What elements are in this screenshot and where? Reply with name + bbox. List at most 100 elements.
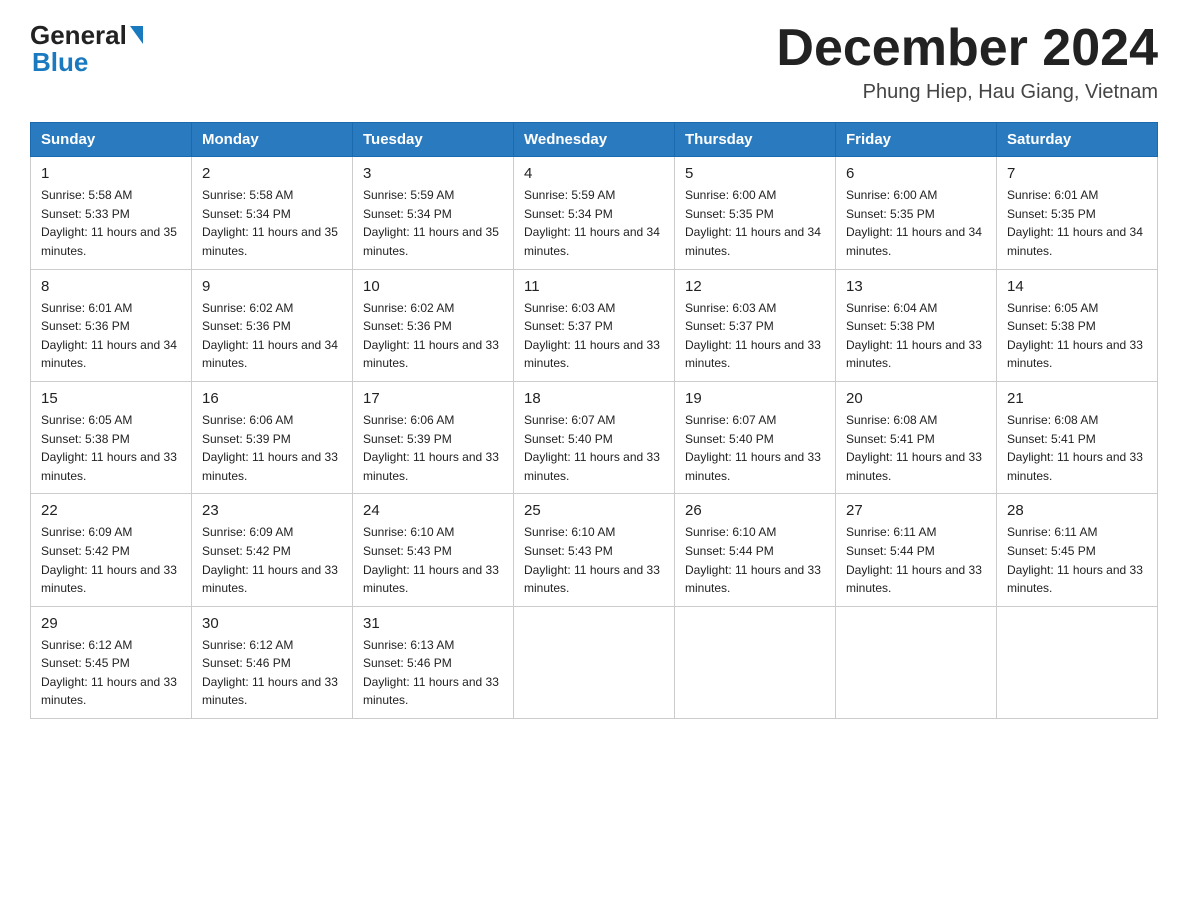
table-row: 17 Sunrise: 6:06 AM Sunset: 5:39 PM Dayl… bbox=[353, 381, 514, 493]
table-row: 16 Sunrise: 6:06 AM Sunset: 5:39 PM Dayl… bbox=[192, 381, 353, 493]
day-number: 29 bbox=[41, 615, 181, 632]
page-header: General Blue December 2024 Phung Hiep, H… bbox=[30, 20, 1158, 104]
table-row: 24 Sunrise: 6:10 AM Sunset: 5:43 PM Dayl… bbox=[353, 494, 514, 606]
calendar-week-row: 1 Sunrise: 5:58 AM Sunset: 5:33 PM Dayli… bbox=[31, 157, 1158, 269]
col-monday: Monday bbox=[192, 123, 353, 157]
day-info: Sunrise: 6:01 AM Sunset: 5:36 PM Dayligh… bbox=[41, 299, 181, 373]
day-info: Sunrise: 6:02 AM Sunset: 5:36 PM Dayligh… bbox=[363, 299, 503, 373]
table-row: 29 Sunrise: 6:12 AM Sunset: 5:45 PM Dayl… bbox=[31, 606, 192, 718]
col-tuesday: Tuesday bbox=[353, 123, 514, 157]
table-row: 10 Sunrise: 6:02 AM Sunset: 5:36 PM Dayl… bbox=[353, 269, 514, 381]
day-info: Sunrise: 5:58 AM Sunset: 5:33 PM Dayligh… bbox=[41, 186, 181, 260]
table-row: 4 Sunrise: 5:59 AM Sunset: 5:34 PM Dayli… bbox=[514, 157, 675, 269]
table-row: 9 Sunrise: 6:02 AM Sunset: 5:36 PM Dayli… bbox=[192, 269, 353, 381]
table-row: 23 Sunrise: 6:09 AM Sunset: 5:42 PM Dayl… bbox=[192, 494, 353, 606]
table-row: 21 Sunrise: 6:08 AM Sunset: 5:41 PM Dayl… bbox=[997, 381, 1158, 493]
col-friday: Friday bbox=[836, 123, 997, 157]
day-number: 5 bbox=[685, 165, 825, 182]
day-number: 4 bbox=[524, 165, 664, 182]
day-number: 22 bbox=[41, 502, 181, 519]
day-info: Sunrise: 5:58 AM Sunset: 5:34 PM Dayligh… bbox=[202, 186, 342, 260]
table-row: 7 Sunrise: 6:01 AM Sunset: 5:35 PM Dayli… bbox=[997, 157, 1158, 269]
day-info: Sunrise: 6:11 AM Sunset: 5:45 PM Dayligh… bbox=[1007, 523, 1147, 597]
day-info: Sunrise: 6:10 AM Sunset: 5:44 PM Dayligh… bbox=[685, 523, 825, 597]
day-info: Sunrise: 6:10 AM Sunset: 5:43 PM Dayligh… bbox=[363, 523, 503, 597]
day-info: Sunrise: 6:06 AM Sunset: 5:39 PM Dayligh… bbox=[202, 411, 342, 485]
day-number: 31 bbox=[363, 615, 503, 632]
day-number: 18 bbox=[524, 390, 664, 407]
table-row: 14 Sunrise: 6:05 AM Sunset: 5:38 PM Dayl… bbox=[997, 269, 1158, 381]
table-row: 1 Sunrise: 5:58 AM Sunset: 5:33 PM Dayli… bbox=[31, 157, 192, 269]
day-info: Sunrise: 6:12 AM Sunset: 5:45 PM Dayligh… bbox=[41, 636, 181, 710]
day-info: Sunrise: 6:09 AM Sunset: 5:42 PM Dayligh… bbox=[202, 523, 342, 597]
calendar-table: Sunday Monday Tuesday Wednesday Thursday… bbox=[30, 122, 1158, 719]
calendar-week-row: 22 Sunrise: 6:09 AM Sunset: 5:42 PM Dayl… bbox=[31, 494, 1158, 606]
day-number: 24 bbox=[363, 502, 503, 519]
day-number: 19 bbox=[685, 390, 825, 407]
table-row: 11 Sunrise: 6:03 AM Sunset: 5:37 PM Dayl… bbox=[514, 269, 675, 381]
table-row: 19 Sunrise: 6:07 AM Sunset: 5:40 PM Dayl… bbox=[675, 381, 836, 493]
calendar-week-row: 29 Sunrise: 6:12 AM Sunset: 5:45 PM Dayl… bbox=[31, 606, 1158, 718]
table-row: 26 Sunrise: 6:10 AM Sunset: 5:44 PM Dayl… bbox=[675, 494, 836, 606]
day-number: 9 bbox=[202, 278, 342, 295]
day-number: 26 bbox=[685, 502, 825, 519]
day-info: Sunrise: 6:09 AM Sunset: 5:42 PM Dayligh… bbox=[41, 523, 181, 597]
table-row: 31 Sunrise: 6:13 AM Sunset: 5:46 PM Dayl… bbox=[353, 606, 514, 718]
day-number: 28 bbox=[1007, 502, 1147, 519]
table-row: 20 Sunrise: 6:08 AM Sunset: 5:41 PM Dayl… bbox=[836, 381, 997, 493]
table-row: 6 Sunrise: 6:00 AM Sunset: 5:35 PM Dayli… bbox=[836, 157, 997, 269]
logo: General Blue bbox=[30, 20, 143, 78]
day-number: 6 bbox=[846, 165, 986, 182]
day-info: Sunrise: 6:00 AM Sunset: 5:35 PM Dayligh… bbox=[685, 186, 825, 260]
day-info: Sunrise: 6:02 AM Sunset: 5:36 PM Dayligh… bbox=[202, 299, 342, 373]
day-number: 17 bbox=[363, 390, 503, 407]
day-info: Sunrise: 6:05 AM Sunset: 5:38 PM Dayligh… bbox=[1007, 299, 1147, 373]
day-number: 16 bbox=[202, 390, 342, 407]
day-number: 14 bbox=[1007, 278, 1147, 295]
day-info: Sunrise: 6:08 AM Sunset: 5:41 PM Dayligh… bbox=[1007, 411, 1147, 485]
calendar-title: December 2024 bbox=[776, 20, 1158, 77]
day-info: Sunrise: 6:07 AM Sunset: 5:40 PM Dayligh… bbox=[685, 411, 825, 485]
day-number: 13 bbox=[846, 278, 986, 295]
day-info: Sunrise: 6:05 AM Sunset: 5:38 PM Dayligh… bbox=[41, 411, 181, 485]
day-info: Sunrise: 6:04 AM Sunset: 5:38 PM Dayligh… bbox=[846, 299, 986, 373]
day-info: Sunrise: 6:11 AM Sunset: 5:44 PM Dayligh… bbox=[846, 523, 986, 597]
col-sunday: Sunday bbox=[31, 123, 192, 157]
header-row: Sunday Monday Tuesday Wednesday Thursday… bbox=[31, 123, 1158, 157]
logo-blue: Blue bbox=[30, 47, 88, 78]
day-info: Sunrise: 6:07 AM Sunset: 5:40 PM Dayligh… bbox=[524, 411, 664, 485]
table-row: 22 Sunrise: 6:09 AM Sunset: 5:42 PM Dayl… bbox=[31, 494, 192, 606]
day-number: 21 bbox=[1007, 390, 1147, 407]
calendar-week-row: 8 Sunrise: 6:01 AM Sunset: 5:36 PM Dayli… bbox=[31, 269, 1158, 381]
day-number: 25 bbox=[524, 502, 664, 519]
day-info: Sunrise: 6:06 AM Sunset: 5:39 PM Dayligh… bbox=[363, 411, 503, 485]
table-row: 18 Sunrise: 6:07 AM Sunset: 5:40 PM Dayl… bbox=[514, 381, 675, 493]
day-number: 2 bbox=[202, 165, 342, 182]
table-row bbox=[514, 606, 675, 718]
table-row: 2 Sunrise: 5:58 AM Sunset: 5:34 PM Dayli… bbox=[192, 157, 353, 269]
day-number: 30 bbox=[202, 615, 342, 632]
table-row bbox=[836, 606, 997, 718]
day-number: 15 bbox=[41, 390, 181, 407]
table-row: 5 Sunrise: 6:00 AM Sunset: 5:35 PM Dayli… bbox=[675, 157, 836, 269]
day-number: 11 bbox=[524, 278, 664, 295]
table-row bbox=[997, 606, 1158, 718]
table-row: 13 Sunrise: 6:04 AM Sunset: 5:38 PM Dayl… bbox=[836, 269, 997, 381]
table-row: 27 Sunrise: 6:11 AM Sunset: 5:44 PM Dayl… bbox=[836, 494, 997, 606]
day-number: 7 bbox=[1007, 165, 1147, 182]
table-row: 25 Sunrise: 6:10 AM Sunset: 5:43 PM Dayl… bbox=[514, 494, 675, 606]
day-info: Sunrise: 6:03 AM Sunset: 5:37 PM Dayligh… bbox=[524, 299, 664, 373]
day-info: Sunrise: 6:13 AM Sunset: 5:46 PM Dayligh… bbox=[363, 636, 503, 710]
day-info: Sunrise: 5:59 AM Sunset: 5:34 PM Dayligh… bbox=[524, 186, 664, 260]
table-row: 30 Sunrise: 6:12 AM Sunset: 5:46 PM Dayl… bbox=[192, 606, 353, 718]
title-block: December 2024 Phung Hiep, Hau Giang, Vie… bbox=[776, 20, 1158, 104]
table-row: 12 Sunrise: 6:03 AM Sunset: 5:37 PM Dayl… bbox=[675, 269, 836, 381]
day-info: Sunrise: 6:10 AM Sunset: 5:43 PM Dayligh… bbox=[524, 523, 664, 597]
day-number: 12 bbox=[685, 278, 825, 295]
table-row: 28 Sunrise: 6:11 AM Sunset: 5:45 PM Dayl… bbox=[997, 494, 1158, 606]
day-number: 23 bbox=[202, 502, 342, 519]
day-number: 20 bbox=[846, 390, 986, 407]
day-info: Sunrise: 6:03 AM Sunset: 5:37 PM Dayligh… bbox=[685, 299, 825, 373]
day-info: Sunrise: 6:01 AM Sunset: 5:35 PM Dayligh… bbox=[1007, 186, 1147, 260]
day-number: 8 bbox=[41, 278, 181, 295]
